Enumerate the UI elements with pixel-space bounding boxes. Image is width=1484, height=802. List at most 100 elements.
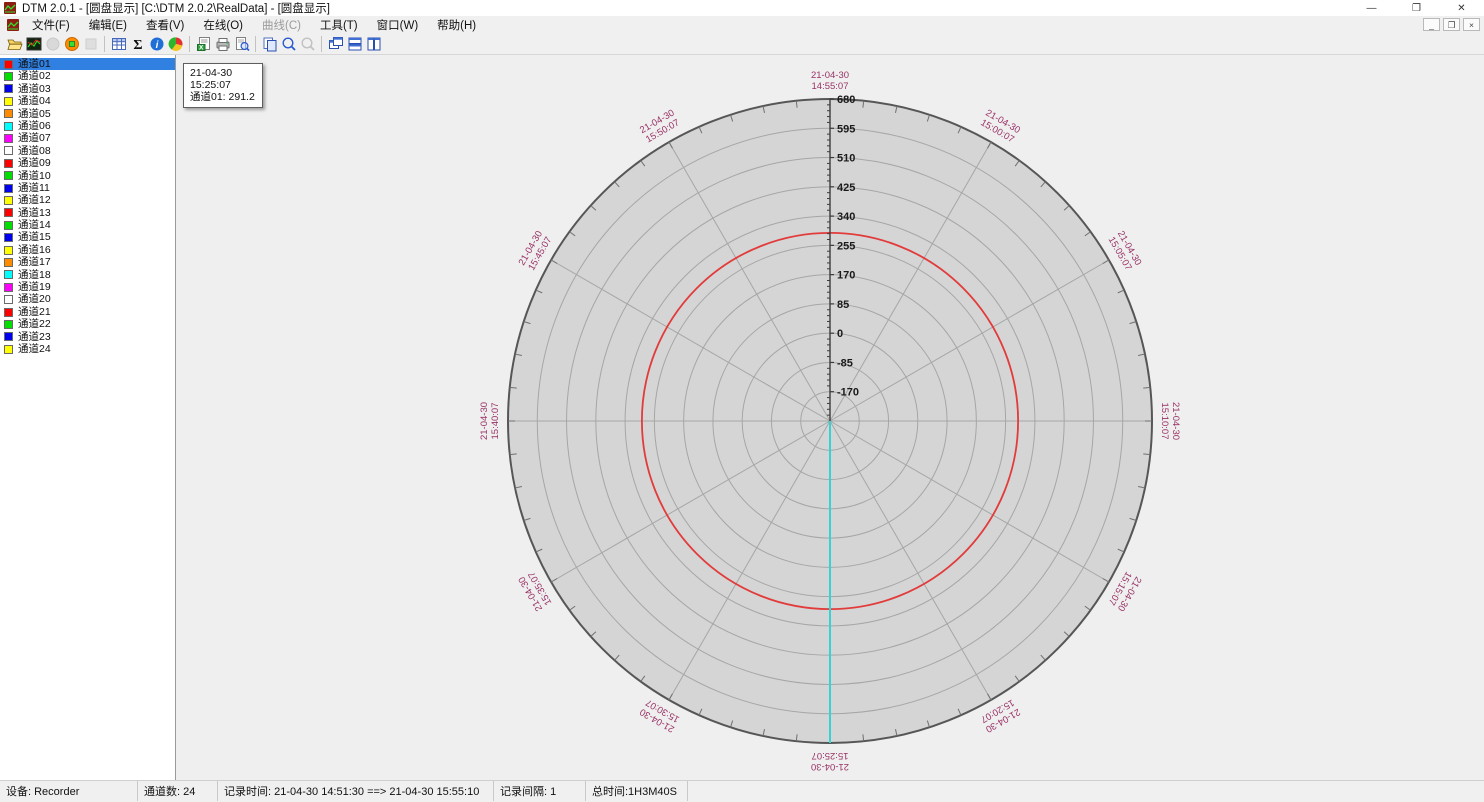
print-preview-button[interactable]	[232, 34, 251, 54]
menu-item-file[interactable]: 文件(F)	[27, 16, 75, 34]
channel-item[interactable]: 通道09	[0, 157, 175, 169]
child-minimize-button[interactable]: _	[1423, 18, 1440, 31]
radial-tick-label: 680	[837, 94, 855, 106]
menu-item-tools[interactable]: 工具(T)	[315, 16, 363, 34]
copy-button[interactable]	[260, 34, 279, 54]
channel-item[interactable]: 通道13	[0, 207, 175, 219]
channel-item[interactable]: 通道12	[0, 194, 175, 206]
menu-item-view[interactable]: 查看(V)	[141, 16, 189, 34]
channel-item[interactable]: 通道16	[0, 244, 175, 256]
channel-color-swatch	[4, 258, 13, 267]
realtime-chart-button[interactable]	[24, 34, 43, 54]
pie-chart-button[interactable]	[166, 34, 185, 54]
channel-item[interactable]: 通道11	[0, 182, 175, 194]
menu-item-curve[interactable]: 曲线(C)	[257, 16, 306, 34]
channel-color-swatch	[4, 134, 13, 143]
channel-color-swatch	[4, 270, 13, 279]
tooltip-date: 21-04-30	[190, 67, 255, 79]
channel-label: 通道11	[18, 182, 50, 194]
menu-item-window[interactable]: 窗口(W)	[372, 16, 424, 34]
menu-item-edit[interactable]: 编辑(E)	[84, 16, 132, 34]
channel-label: 通道16	[18, 244, 51, 256]
tile-horizontal-button[interactable]	[345, 34, 364, 54]
record-icon	[45, 36, 61, 52]
channel-item[interactable]: 通道20	[0, 293, 175, 305]
channel-color-swatch	[4, 146, 13, 155]
channel-item[interactable]: 通道17	[0, 256, 175, 268]
close-button[interactable]: ✕	[1439, 0, 1484, 16]
svg-text:21-04-30: 21-04-30	[1170, 402, 1181, 440]
channel-item[interactable]: 通道07	[0, 132, 175, 144]
channel-item[interactable]: 通道06	[0, 120, 175, 132]
child-window-icon[interactable]	[7, 19, 19, 31]
channel-item[interactable]: 通道19	[0, 281, 175, 293]
statistics-sigma-button[interactable]: Σ	[128, 34, 147, 54]
channel-color-swatch	[4, 109, 13, 118]
channel-item[interactable]: 通道08	[0, 145, 175, 157]
cascade-windows-icon	[328, 36, 344, 52]
channel-label: 通道09	[18, 157, 51, 169]
tile-vertical-icon	[366, 36, 382, 52]
channel-item[interactable]: 通道24	[0, 343, 175, 355]
channel-color-swatch	[4, 208, 13, 217]
svg-text:21-04-30: 21-04-30	[811, 70, 849, 81]
record-button[interactable]	[43, 34, 62, 54]
minimize-button[interactable]: —	[1349, 0, 1394, 16]
menu-items: 文件(F) 编辑(E) 查看(V) 在线(O) 曲线(C) 工具(T) 窗口(W) 帮助(H)	[27, 16, 490, 34]
status-bar: 设备: Recorder 通道数: 24 记录时间: 21-04-30 14:5…	[0, 780, 1484, 801]
print-button[interactable]	[213, 34, 232, 54]
radial-tick-label: -170	[837, 387, 859, 399]
channel-color-swatch	[4, 320, 13, 329]
channel-label: 通道22	[18, 318, 51, 330]
channel-color-swatch	[4, 196, 13, 205]
tile-vertical-button[interactable]	[364, 34, 383, 54]
toolbar: Σi X	[0, 33, 1484, 55]
channel-label: 通道02	[18, 70, 51, 82]
toolbar-separator	[255, 36, 256, 52]
svg-text:15:25:07: 15:25:07	[812, 750, 849, 761]
data-tooltip: 21-04-30 15:25:07 通道01: 291.2	[183, 63, 263, 108]
channel-item[interactable]: 通道02	[0, 70, 175, 82]
pause-button[interactable]	[81, 34, 100, 54]
channel-label: 通道10	[18, 170, 51, 182]
app-icon	[4, 2, 16, 14]
pie-chart-icon	[168, 36, 184, 52]
channel-color-swatch	[4, 84, 13, 93]
export-button[interactable]: X	[194, 34, 213, 54]
channel-color-swatch	[4, 159, 13, 168]
channel-item[interactable]: 通道03	[0, 83, 175, 95]
status-record-time: 记录时间: 21-04-30 14:51:30 ==> 21-04-30 15:…	[218, 781, 494, 801]
channel-label: 通道14	[18, 219, 51, 231]
zoom-button[interactable]	[279, 34, 298, 54]
channel-item[interactable]: 通道01	[0, 58, 175, 70]
channel-item[interactable]: 通道15	[0, 231, 175, 243]
channel-item[interactable]: 通道10	[0, 170, 175, 182]
menu-item-online[interactable]: 在线(O)	[198, 16, 248, 34]
status-total-time: 总时间:1H3M40S	[586, 781, 688, 801]
channel-item[interactable]: 通道14	[0, 219, 175, 231]
info-button[interactable]: i	[147, 34, 166, 54]
menu-item-help[interactable]: 帮助(H)	[432, 16, 481, 34]
channel-item[interactable]: 通道22	[0, 318, 175, 330]
channel-item[interactable]: 通道21	[0, 306, 175, 318]
stop-record-button[interactable]	[62, 34, 81, 54]
channel-item[interactable]: 通道05	[0, 108, 175, 120]
tooltip-time: 15:25:07	[190, 79, 255, 91]
radial-tick-label: 595	[837, 123, 855, 135]
data-table-button[interactable]	[109, 34, 128, 54]
cascade-windows-button[interactable]	[326, 34, 345, 54]
child-restore-button[interactable]: ❐	[1443, 18, 1460, 31]
time-label: 21-04-3014:55:07	[811, 70, 849, 92]
open-folder-button[interactable]	[5, 34, 24, 54]
zoom-restore-button[interactable]	[298, 34, 317, 54]
restore-button[interactable]: ❐	[1394, 0, 1439, 16]
channel-item[interactable]: 通道18	[0, 269, 175, 281]
channel-item[interactable]: 通道04	[0, 95, 175, 107]
status-interval: 记录间隔: 1	[494, 781, 586, 801]
radial-tick-label: 340	[837, 211, 855, 223]
svg-text:15:10:07: 15:10:07	[1159, 403, 1170, 440]
child-close-button[interactable]: ×	[1463, 18, 1480, 31]
channel-label: 通道19	[18, 281, 51, 293]
channel-item[interactable]: 通道23	[0, 331, 175, 343]
title-bar: DTM 2.0.1 - [圆盘显示] [C:\DTM 2.0.2\RealDat…	[0, 0, 1484, 16]
